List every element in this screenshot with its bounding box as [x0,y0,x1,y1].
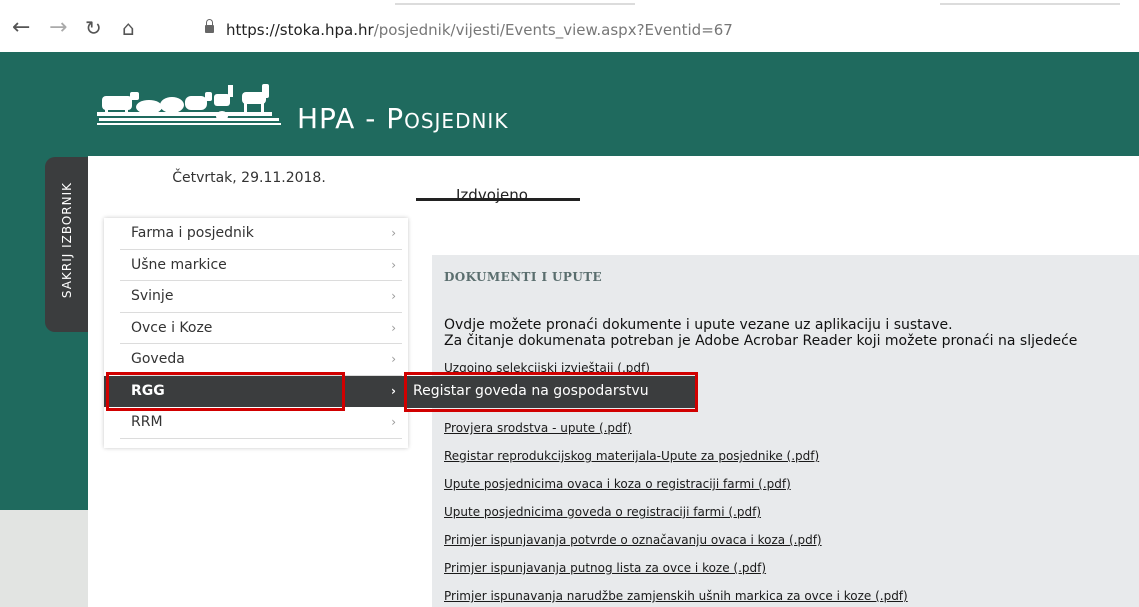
document-link[interactable]: Primjer ispunjavanja putnog lista za ovc… [444,561,766,575]
sidebar-item-goveda[interactable]: Goveda › [104,344,408,376]
sidebar-item-label: Ušne markice [131,256,227,273]
sidebar-item-rrm[interactable]: RRM › [104,407,408,439]
sidebar-item-svinje[interactable]: Svinje › [104,281,408,313]
farm-animals-logo-icon [97,84,281,125]
home-icon[interactable]: ⌂ [122,17,135,39]
chevron-right-icon: › [391,257,396,272]
sidebar-item-label: Svinje [131,288,174,304]
lock-icon [205,19,214,33]
left-band-footer [0,510,88,607]
sidebar-item-label: Farma i posjednik [131,225,254,241]
intro-line: Ovdje možete pronaći dokumente i upute v… [444,317,953,333]
document-link[interactable]: Upute posjednicima goveda o registraciji… [444,505,761,519]
sidebar-item-ovce-i-koze[interactable]: Ovce i Koze › [104,313,408,344]
current-date: Četvrtak, 29.11.2018. [172,170,326,186]
chevron-right-icon: › [391,226,396,240]
chevron-right-icon: › [391,383,396,398]
url-text: https://stoka.hpa.hr/posjednik/vijesti/E… [226,21,733,39]
sidebar-item-farma-i-posjednik[interactable]: Farma i posjednik › [104,218,408,250]
site-header: HPA - Posjednik [0,52,1139,156]
sidebar-item-label: Ovce i Koze [131,319,213,336]
document-link[interactable]: Provjera srodstva - upute (.pdf) [444,421,632,435]
chevron-right-icon: › [391,352,396,366]
document-link[interactable]: Upute posjednicima ovaca i koza o regist… [444,477,791,491]
document-link[interactable]: Primjer ispunavanja narudžbe zamjenskih … [444,589,908,603]
tab-izdvojeno[interactable]: Izdvojeno [456,186,528,204]
tab-strip-edge [940,3,1120,5]
browser-toolbar: ← → ↻ ⌂ https://stoka.hpa.hr/posjednik/v… [0,0,1139,52]
intro-text: Ovdje možete pronaći dokumente i upute v… [444,317,1077,349]
documents-panel: DOKUMENTI I UPUTE Ovdje možete pronaći d… [432,255,1139,607]
sidebar-item-label: Goveda [131,351,185,367]
document-link[interactable]: Primjer ispunjavanja potvrde o označavan… [444,533,822,547]
tab-strip-edge [395,3,635,5]
site-title: HPA - Posjednik [297,102,509,135]
panel-title: DOKUMENTI I UPUTE [444,270,603,284]
address-bar[interactable]: https://stoka.hpa.hr/posjednik/vijesti/E… [195,16,1139,44]
forward-arrow-icon[interactable]: → [49,17,67,39]
chevron-right-icon: › [391,320,396,335]
chevron-right-icon: › [391,289,396,303]
sidebar-item-label: RRM [131,414,163,430]
hide-menu-label: SAKRIJ IZBORNIK [60,181,74,299]
back-arrow-icon[interactable]: ← [12,17,30,39]
reload-icon[interactable]: ↻ [85,17,102,39]
hide-menu-tab[interactable]: SAKRIJ IZBORNIK [45,157,88,332]
highlight-box-submenu [404,372,698,412]
chevron-right-icon: › [391,415,396,429]
intro-line: Za čitanje dokumenata potreban je Adobe … [444,333,1078,349]
document-link[interactable]: Registar reprodukcijskog materijala-Uput… [444,449,819,463]
highlight-box-rgg [106,372,345,411]
sidebar-item-usne-markice[interactable]: Ušne markice › [104,250,408,281]
tab-underline [416,198,580,201]
